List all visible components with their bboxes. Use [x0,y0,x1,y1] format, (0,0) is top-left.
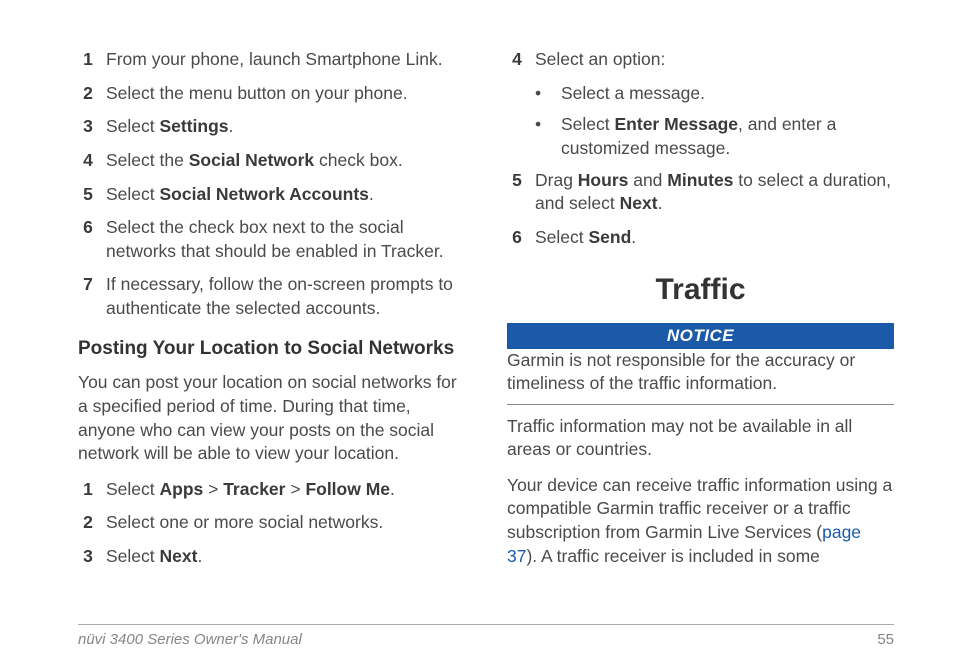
step-text: From your phone, launch Smartphone Link. [106,48,465,72]
page-number: 55 [877,631,894,648]
step-number: 7 [78,273,106,320]
step-text: If necessary, follow the on-screen promp… [106,273,465,320]
bullet-dot: • [535,82,561,106]
paragraph: Traffic information may not be available… [507,415,894,462]
notice-text: Garmin is not responsible for the accura… [507,349,894,395]
step-number: 6 [78,216,106,263]
page-body: 1 From your phone, launch Smartphone Lin… [0,0,954,616]
step-item: 5 Select Social Network Accounts. [78,183,465,207]
step-item: 3 Select Next. [78,545,465,569]
step-number: 2 [78,511,106,535]
step-item: 6 Select the check box next to the socia… [78,216,465,263]
paragraph: You can post your location on social net… [78,371,465,466]
step-item: 2 Select the menu button on your phone. [78,82,465,106]
step-item: 7 If necessary, follow the on-screen pro… [78,273,465,320]
step-item: 5 Drag Hours and Minutes to select a dur… [507,169,894,216]
bullet-item: • Select a message. [535,82,894,106]
page-footer: nüvi 3400 Series Owner's Manual 55 [78,624,894,648]
chapter-title: Traffic [507,273,894,307]
step-number: 3 [78,545,106,569]
step-number: 5 [507,169,535,216]
page-link[interactable]: page 37 [507,522,861,566]
bullet-dot: • [535,113,561,160]
step-text: Select Social Network Accounts. [106,183,465,207]
bullet-item: • Select Enter Message, and enter a cust… [535,113,894,160]
step-item: 6 Select Send. [507,226,894,250]
step-text: Select an option: [535,48,894,72]
paragraph: Your device can receive traffic informat… [507,474,894,569]
step-item: 3 Select Settings. [78,115,465,139]
bullet-text: Select a message. [561,82,894,106]
subheading: Posting Your Location to Social Networks [78,337,465,362]
step-text: Select one or more social networks. [106,511,465,535]
right-column: 4 Select an option: • Select a message. … [507,48,894,616]
left-column: 1 From your phone, launch Smartphone Lin… [78,48,465,616]
step-text: Select Next. [106,545,465,569]
step-number: 1 [78,478,106,502]
step-text: Select Send. [535,226,894,250]
step-text: Select Settings. [106,115,465,139]
step-item: 2 Select one or more social networks. [78,511,465,535]
manual-title: nüvi 3400 Series Owner's Manual [78,631,302,648]
step-text: Select the check box next to the social … [106,216,465,263]
step-text: Drag Hours and Minutes to select a durat… [535,169,894,216]
step-item: 1 From your phone, launch Smartphone Lin… [78,48,465,72]
notice-bar: NOTICE [507,323,894,349]
step-text: Select the menu button on your phone. [106,82,465,106]
step-item: 4 Select the Social Network check box. [78,149,465,173]
step-number: 4 [507,48,535,72]
step-number: 1 [78,48,106,72]
step-item: 4 Select an option: [507,48,894,72]
step-number: 3 [78,115,106,139]
step-item: 1 Select Apps > Tracker > Follow Me. [78,478,465,502]
step-number: 4 [78,149,106,173]
step-number: 6 [507,226,535,250]
step-number: 5 [78,183,106,207]
divider [507,404,894,405]
step-number: 2 [78,82,106,106]
step-text: Select the Social Network check box. [106,149,465,173]
bullet-text: Select Enter Message, and enter a custom… [561,113,894,160]
step-text: Select Apps > Tracker > Follow Me. [106,478,465,502]
